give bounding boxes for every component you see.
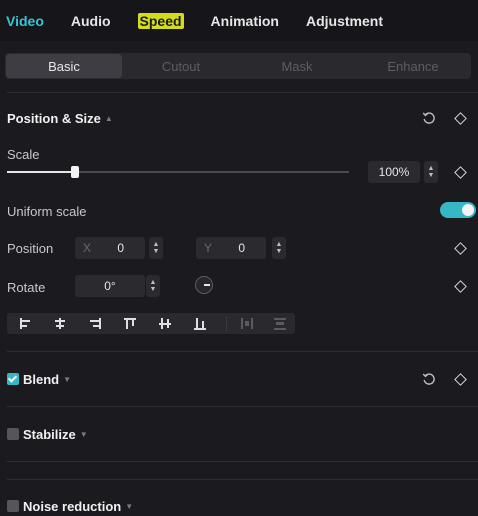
- position-y-field[interactable]: Y 0: [196, 237, 266, 259]
- chevron-down-icon: ▼: [79, 430, 88, 439]
- section-position-size[interactable]: Position & Size ▲: [7, 111, 113, 126]
- divider: [7, 351, 478, 352]
- noise-reduction-checkbox[interactable]: [7, 500, 19, 512]
- subtab-cutout[interactable]: Cutout: [123, 53, 239, 79]
- scale-slider-track[interactable]: [7, 171, 349, 173]
- align-center-vertical-icon[interactable]: [148, 313, 182, 334]
- position-y-stepper[interactable]: ▲ ▼: [272, 237, 286, 259]
- align-left-icon[interactable]: [8, 313, 42, 334]
- scale-label: Scale: [7, 147, 40, 162]
- align-bottom-icon[interactable]: [183, 313, 217, 334]
- stabilize-checkbox[interactable]: [7, 428, 19, 440]
- section-stabilize[interactable]: Stabilize ▼: [23, 427, 88, 442]
- blend-keyframe-diamond-icon[interactable]: [452, 371, 468, 387]
- section-noise-reduction[interactable]: Noise reduction ▼: [23, 499, 133, 514]
- subtab-basic[interactable]: Basic: [6, 54, 122, 78]
- uniform-scale-toggle[interactable]: [440, 202, 476, 218]
- toolbar-separator: [226, 316, 227, 331]
- chevron-down-icon: ▼: [125, 502, 134, 511]
- alignment-toolbar: [7, 313, 295, 334]
- divider: [7, 406, 478, 407]
- position-x-stepper[interactable]: ▲ ▼: [149, 237, 163, 259]
- align-center-horizontal-icon[interactable]: [43, 313, 77, 334]
- tab-video[interactable]: Video: [6, 13, 44, 29]
- rotate-label: Rotate: [7, 280, 46, 295]
- position-x-field[interactable]: X 0: [75, 237, 145, 259]
- divider: [7, 479, 478, 480]
- rotate-stepper[interactable]: ▲ ▼: [146, 275, 160, 297]
- sub-tab-bar: Basic Cutout Mask Enhance: [5, 53, 471, 79]
- section-position-size-title: Position & Size: [7, 111, 101, 126]
- distribute-horizontal-icon[interactable]: [230, 313, 264, 334]
- section-stabilize-title: Stabilize: [23, 427, 76, 442]
- rotate-keyframe-diamond-icon[interactable]: [452, 278, 468, 294]
- blend-checkbox[interactable]: [7, 373, 19, 385]
- scale-slider-handle[interactable]: [71, 166, 80, 178]
- rotate-field[interactable]: 0°: [75, 275, 145, 297]
- caret-up-icon: ▲: [104, 114, 113, 123]
- chevron-down-icon: ▼: [63, 375, 72, 384]
- scale-value: 100%: [378, 165, 410, 179]
- position-keyframe-diamond-icon[interactable]: [452, 240, 468, 256]
- position-y-value: 0: [238, 241, 245, 255]
- position-x-axis-label: X: [83, 241, 92, 255]
- rotate-value: 0°: [104, 279, 116, 293]
- section-blend[interactable]: Blend ▼: [23, 372, 71, 387]
- scale-slider-fill: [7, 171, 76, 173]
- scale-stepper[interactable]: ▲ ▼: [424, 161, 438, 183]
- distribute-vertical-icon[interactable]: [263, 313, 297, 334]
- divider: [7, 461, 478, 462]
- section-blend-title: Blend: [23, 372, 60, 387]
- reset-icon[interactable]: [421, 110, 437, 126]
- section-noise-reduction-title: Noise reduction: [23, 499, 122, 514]
- scale-keyframe-diamond-icon[interactable]: [452, 164, 468, 180]
- subtab-mask[interactable]: Mask: [239, 53, 355, 79]
- divider: [7, 92, 478, 93]
- tab-animation[interactable]: Animation: [211, 13, 279, 29]
- align-right-icon[interactable]: [78, 313, 112, 334]
- tab-speed[interactable]: Speed: [137, 12, 184, 29]
- tab-adjustment[interactable]: Adjustment: [306, 13, 383, 29]
- position-label: Position: [7, 241, 54, 256]
- blend-reset-icon[interactable]: [421, 371, 437, 387]
- subtab-enhance[interactable]: Enhance: [355, 53, 471, 79]
- keyframe-diamond-icon[interactable]: [452, 110, 468, 126]
- scale-value-field[interactable]: 100%: [368, 161, 420, 183]
- uniform-scale-label: Uniform scale: [7, 204, 87, 219]
- rotate-dial[interactable]: [195, 276, 213, 294]
- position-x-value: 0: [117, 241, 124, 255]
- top-tab-bar: Video Audio Speed Animation Adjustment: [0, 0, 478, 41]
- tab-audio[interactable]: Audio: [71, 13, 111, 29]
- align-top-icon[interactable]: [113, 313, 147, 334]
- position-y-axis-label: Y: [204, 241, 213, 255]
